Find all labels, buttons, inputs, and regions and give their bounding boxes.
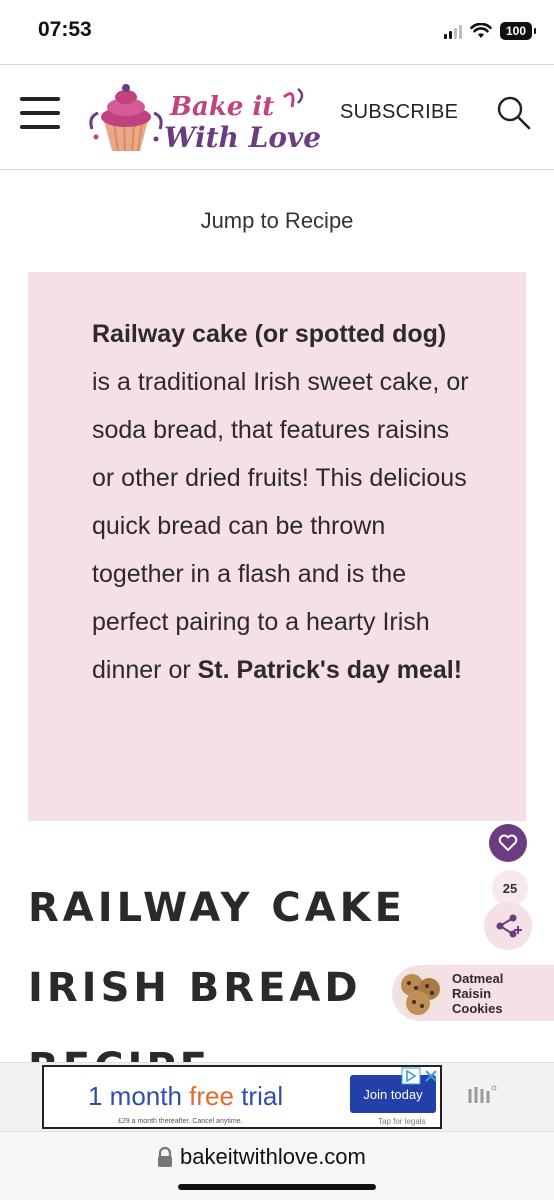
intro-box: Railway cake (or spotted dog) is a tradi… (28, 272, 526, 821)
ad-headline-prefix: 1 month (88, 1081, 190, 1111)
wifi-icon (470, 23, 492, 38)
battery-icon: 100 (500, 22, 536, 40)
logo-text-top: Bake it (169, 92, 274, 122)
heart-icon (498, 834, 518, 851)
jump-to-recipe-link[interactable]: Jump to Recipe (0, 208, 554, 234)
favorite-button[interactable] (489, 824, 527, 862)
status-time: 07:53 (38, 18, 92, 41)
share-icon (496, 914, 522, 938)
ad-network-logo-icon (468, 1083, 498, 1107)
ad-legal-link[interactable]: Tap for legals (378, 1117, 426, 1126)
cupcake-logo-icon: Bake it With Love (89, 84, 321, 154)
home-indicator (178, 1184, 376, 1190)
intro-text: is a traditional Irish sweet cake, or so… (92, 368, 469, 684)
related-recipe-title: Oatmeal Raisin Cookies (452, 971, 503, 1016)
related-recipe-card[interactable]: Oatmeal Raisin Cookies (392, 965, 554, 1021)
search-icon (497, 96, 531, 130)
related-title-line: Raisin (452, 986, 492, 1001)
signal-icon (444, 23, 462, 39)
related-title-line: Oatmeal (452, 971, 504, 986)
ad-headline-free: free (189, 1081, 234, 1111)
intro-bold-end: St. Patrick's day meal! (197, 656, 463, 684)
search-button[interactable] (496, 95, 532, 131)
site-logo[interactable]: Bake it With Love (84, 79, 324, 159)
url-text[interactable]: bakeitwithlove.com (180, 1144, 366, 1170)
related-title-line: Cookies (452, 1001, 503, 1016)
ad-area: 1 month free trial £29 a month thereafte… (0, 1062, 554, 1132)
ad-choices-icon[interactable] (400, 1067, 444, 1085)
lock-icon (156, 1146, 174, 1168)
status-icons: 100 (444, 20, 536, 42)
intro-bold-start: Railway cake (or spotted dog) (92, 320, 447, 348)
site-header: Bake it With Love SUBSCRIBE (0, 64, 554, 170)
cookie-image-icon (396, 969, 444, 1017)
menu-button[interactable] (20, 97, 60, 129)
oatmeal-cookies-thumbnail (396, 969, 444, 1017)
share-count: 25 (492, 870, 528, 906)
subscribe-link[interactable]: SUBSCRIBE (340, 101, 458, 124)
browser-url-bar[interactable]: bakeitwithlove.com (0, 1132, 554, 1200)
battery-level: 100 (505, 24, 527, 38)
share-button[interactable] (484, 902, 532, 950)
ad-headline-suffix: trial (233, 1081, 284, 1111)
ad-banner[interactable]: 1 month free trial £29 a month thereafte… (42, 1065, 442, 1129)
ad-small-print: £29 a month thereafter. Cancel anytime. (118, 1118, 243, 1125)
ad-headline: 1 month free trial (88, 1081, 283, 1112)
logo-text-bottom: With Love (164, 121, 321, 154)
